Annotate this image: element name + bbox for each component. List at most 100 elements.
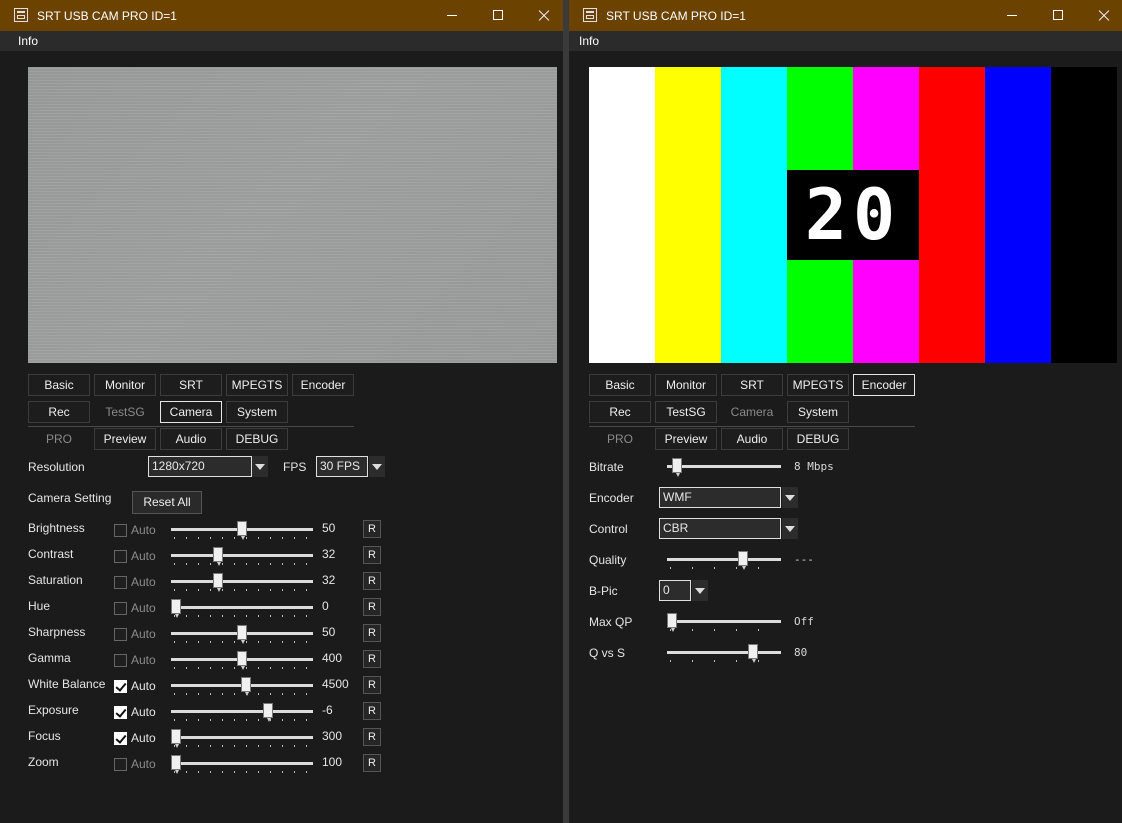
slider-thumb[interactable] <box>213 573 223 592</box>
chevron-down-icon[interactable] <box>252 456 268 477</box>
slider-thumb[interactable] <box>171 599 181 618</box>
control-slider[interactable] <box>171 573 313 592</box>
tab-debug[interactable]: DEBUG <box>787 428 849 450</box>
tab-audio[interactable]: Audio <box>721 428 783 450</box>
tab-audio[interactable]: Audio <box>160 428 222 450</box>
tab-encoder[interactable]: Encoder <box>853 374 915 396</box>
control-slider[interactable] <box>171 703 313 722</box>
tab-testsg[interactable]: TestSG <box>94 401 156 423</box>
slider-ticks <box>670 629 778 631</box>
slider-thumb[interactable] <box>738 551 748 570</box>
tab-system[interactable]: System <box>226 401 288 423</box>
chevron-down-icon[interactable] <box>692 580 708 601</box>
auto-checkbox[interactable] <box>114 628 127 641</box>
slider-thumb[interactable] <box>237 651 247 670</box>
app-icon <box>14 8 28 22</box>
tab-rec[interactable]: Rec <box>28 401 90 423</box>
auto-checkbox[interactable] <box>114 680 127 693</box>
camera-setting-label: Camera Setting <box>28 491 112 505</box>
tab-system[interactable]: System <box>787 401 849 423</box>
slider-thumb[interactable] <box>213 547 223 566</box>
tab-monitor[interactable]: Monitor <box>94 374 156 396</box>
tab-testsg[interactable]: TestSG <box>655 401 717 423</box>
reset-button[interactable]: R <box>363 546 381 564</box>
tab-camera[interactable]: Camera <box>160 401 222 423</box>
reset-button[interactable]: R <box>363 728 381 746</box>
title-bar[interactable]: SRT USB CAM PRO ID=1 <box>0 0 563 31</box>
minimize-icon[interactable] <box>429 0 475 31</box>
auto-checkbox[interactable] <box>114 550 127 563</box>
tab-monitor[interactable]: Monitor <box>655 374 717 396</box>
close-icon[interactable] <box>1081 0 1122 31</box>
maximize-icon[interactable] <box>1035 0 1081 31</box>
tab-camera[interactable]: Camera <box>721 401 783 423</box>
fps-select[interactable]: 30 FPS <box>316 456 368 477</box>
slider-thumb[interactable] <box>672 458 682 477</box>
slider-thumb[interactable] <box>237 521 247 540</box>
reset-button[interactable]: R <box>363 702 381 720</box>
slider-thumb[interactable] <box>171 755 181 774</box>
auto-checkbox[interactable] <box>114 758 127 771</box>
auto-checkbox[interactable] <box>114 602 127 615</box>
quality-slider[interactable] <box>667 551 781 570</box>
chevron-down-icon[interactable] <box>782 518 798 539</box>
tab-debug[interactable]: DEBUG <box>226 428 288 450</box>
reset-button[interactable]: R <box>363 598 381 616</box>
bpic-select[interactable]: 0 <box>659 580 691 601</box>
reset-button[interactable]: R <box>363 572 381 590</box>
menu-info[interactable]: Info <box>579 34 599 48</box>
control-value: 32 <box>322 547 336 561</box>
slider-thumb[interactable] <box>667 613 677 632</box>
control-slider[interactable] <box>171 547 313 566</box>
slider-thumb[interactable] <box>748 644 758 663</box>
reset-button[interactable]: R <box>363 624 381 642</box>
tab-preview[interactable]: Preview <box>655 428 717 450</box>
maxqp-slider[interactable] <box>667 613 781 632</box>
maximize-icon[interactable] <box>475 0 521 31</box>
slider-thumb[interactable] <box>241 677 251 696</box>
auto-checkbox[interactable] <box>114 524 127 537</box>
control-slider[interactable] <box>171 677 313 696</box>
reset-all-button[interactable]: Reset All <box>132 491 202 514</box>
tab-srt[interactable]: SRT <box>721 374 783 396</box>
tab-rec[interactable]: Rec <box>589 401 651 423</box>
encoder-select[interactable]: WMF <box>659 487 781 508</box>
chevron-down-icon[interactable] <box>782 487 798 508</box>
reset-button[interactable]: R <box>363 676 381 694</box>
tab-basic[interactable]: Basic <box>589 374 651 396</box>
auto-checkbox[interactable] <box>114 706 127 719</box>
control-slider[interactable] <box>171 521 313 540</box>
tab-divider <box>589 426 915 427</box>
tab-encoder[interactable]: Encoder <box>292 374 354 396</box>
chevron-down-icon[interactable] <box>369 456 385 477</box>
bitrate-slider[interactable] <box>667 458 781 477</box>
auto-checkbox[interactable] <box>114 576 127 589</box>
tab-preview[interactable]: Preview <box>94 428 156 450</box>
control-slider[interactable] <box>171 625 313 644</box>
title-bar[interactable]: SRT USB CAM PRO ID=1 <box>569 0 1122 31</box>
reset-button[interactable]: R <box>363 754 381 772</box>
tab-mpegts[interactable]: MPEGTS <box>226 374 288 396</box>
tab-pro[interactable]: PRO <box>589 428 651 450</box>
slider-thumb[interactable] <box>171 729 181 748</box>
auto-checkbox[interactable] <box>114 732 127 745</box>
control-select[interactable]: CBR <box>659 518 781 539</box>
control-slider[interactable] <box>171 729 313 748</box>
tab-srt[interactable]: SRT <box>160 374 222 396</box>
tab-basic[interactable]: Basic <box>28 374 90 396</box>
control-slider[interactable] <box>171 755 313 774</box>
slider-thumb[interactable] <box>237 625 247 644</box>
slider-thumb[interactable] <box>263 703 273 722</box>
close-icon[interactable] <box>521 0 563 31</box>
qvss-slider[interactable] <box>667 644 781 663</box>
minimize-icon[interactable] <box>989 0 1035 31</box>
tab-pro[interactable]: PRO <box>28 428 90 450</box>
auto-checkbox[interactable] <box>114 654 127 667</box>
reset-button[interactable]: R <box>363 520 381 538</box>
control-slider[interactable] <box>171 651 313 670</box>
menu-info[interactable]: Info <box>18 34 38 48</box>
reset-button[interactable]: R <box>363 650 381 668</box>
tab-mpegts[interactable]: MPEGTS <box>787 374 849 396</box>
resolution-select[interactable]: 1280x720 <box>148 456 252 477</box>
control-slider[interactable] <box>171 599 313 618</box>
